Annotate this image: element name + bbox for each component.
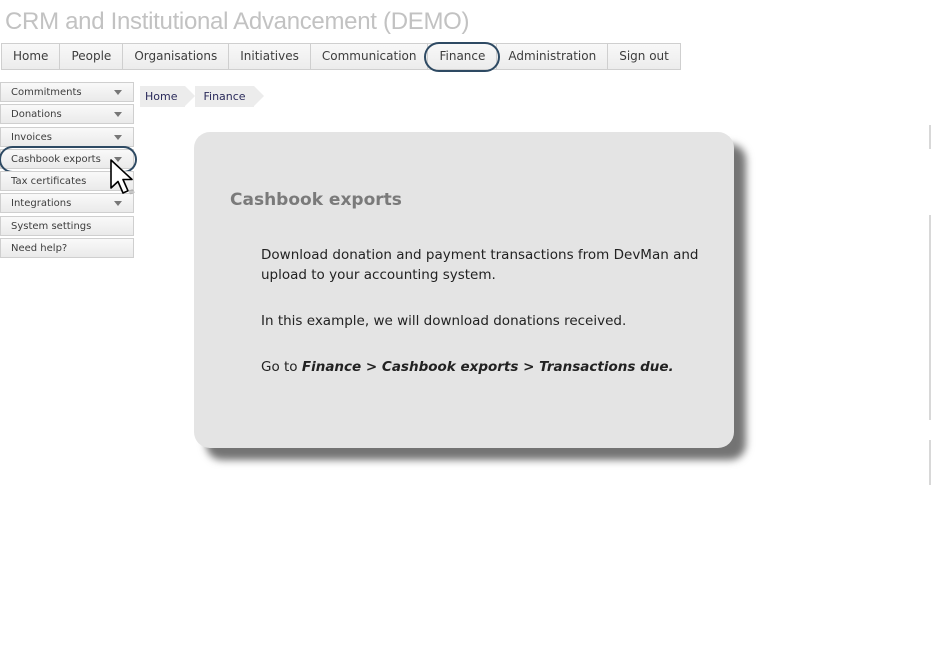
nav-people[interactable]: People xyxy=(60,44,124,69)
callout-title: Cashbook exports xyxy=(230,190,402,210)
chevron-down-icon[interactable] xyxy=(114,112,122,118)
chevron-down-icon[interactable] xyxy=(114,90,122,95)
callout-body: Download donation and payment transactio… xyxy=(261,245,701,403)
nav-initiatives[interactable]: Initiatives xyxy=(229,44,311,69)
breadcrumb-home[interactable]: Home xyxy=(140,86,197,107)
nav-organisations[interactable]: Organisations xyxy=(123,44,230,69)
breadcrumb-finance[interactable]: Finance xyxy=(195,86,264,107)
breadcrumb: Home Finance xyxy=(140,86,264,107)
sidebar-item-label: Need help? xyxy=(11,243,68,255)
instruction-prefix: Go to xyxy=(261,359,302,375)
app-window: CRM and Institutional Advancement (DEMO)… xyxy=(0,0,931,648)
tutorial-callout: Cashbook exports Download donation and p… xyxy=(194,132,734,448)
sidebar-item-label: Cashbook exports xyxy=(11,153,101,165)
sidebar-item-label: Donations xyxy=(11,109,62,121)
nav-home[interactable]: Home xyxy=(2,44,61,69)
callout-paragraph: Download donation and payment transactio… xyxy=(261,247,699,283)
mouse-pointer-icon xyxy=(110,159,135,195)
sidebar-item-label: System settings xyxy=(11,220,92,232)
nav-communication[interactable]: Communication xyxy=(311,44,429,69)
callout-paragraph: In this example, we will download donati… xyxy=(261,313,627,329)
chevron-down-icon[interactable] xyxy=(114,134,122,140)
top-navigation: Home People Organisations Initiatives Co… xyxy=(1,42,681,72)
sidebar-item-label: Commitments xyxy=(11,87,82,98)
callout-instruction: Go to Finance > Cashbook exports > Trans… xyxy=(261,357,701,377)
sidebar-item-commitments[interactable]: Commitments xyxy=(0,82,134,102)
nav-administration[interactable]: Administration xyxy=(497,44,609,69)
sidebar-item-donations[interactable]: Donations xyxy=(0,104,134,125)
nav-finance[interactable]: Finance xyxy=(424,42,501,72)
nav-sign-out[interactable]: Sign out xyxy=(608,44,680,69)
sidebar-item-label: Invoices xyxy=(11,131,52,143)
sidebar-item-invoices[interactable]: Invoices xyxy=(0,126,134,147)
sidebar-item-system-settings[interactable]: System settings xyxy=(0,215,134,236)
sidebar-item-need-help[interactable]: Need help? xyxy=(0,238,134,259)
chevron-down-icon[interactable] xyxy=(114,201,122,207)
sidebar-item-label: Tax certificates xyxy=(11,176,87,188)
sidebar-item-label: Integrations xyxy=(11,198,72,210)
instruction-path: Finance > Cashbook exports > Transaction… xyxy=(301,359,674,375)
app-title: CRM and Institutional Advancement (DEMO) xyxy=(5,8,470,35)
